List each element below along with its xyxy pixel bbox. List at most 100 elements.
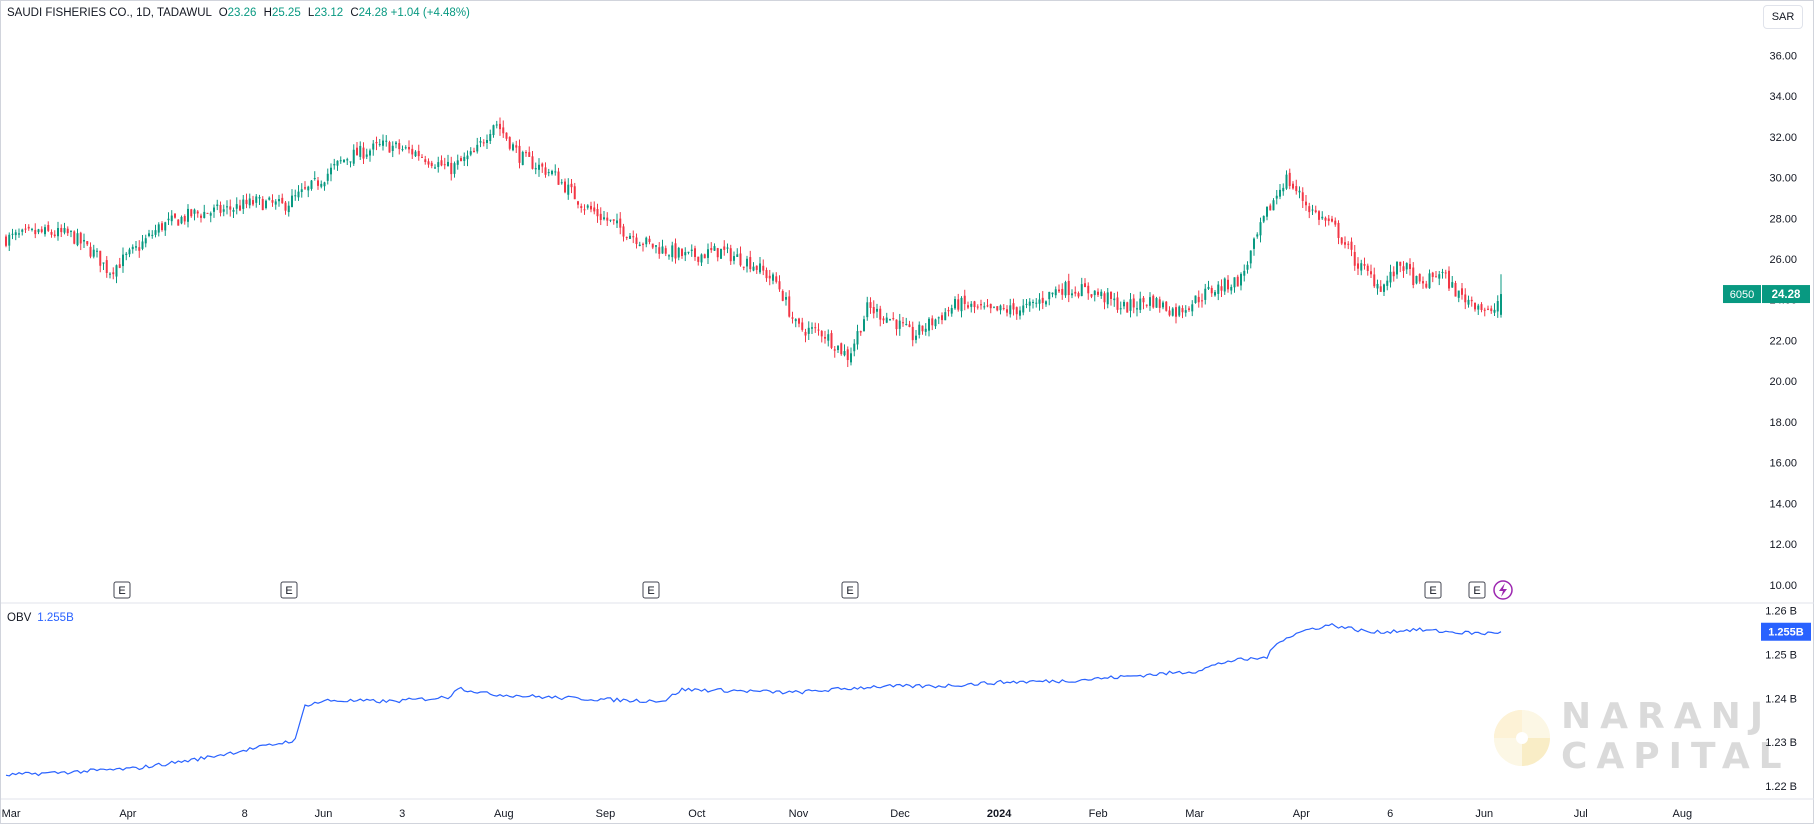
price-candle (404, 145, 407, 150)
candle-body (1097, 291, 1099, 295)
earnings-event-icon[interactable]: E (841, 581, 859, 599)
price-candle (742, 266, 745, 271)
price-candle (1340, 237, 1343, 246)
obv-legend[interactable]: OBV 1.255B (7, 612, 74, 624)
price-candle (34, 223, 37, 239)
earnings-event-icon[interactable]: E (1424, 581, 1442, 599)
candle-body (258, 197, 261, 199)
price-candle (759, 256, 761, 275)
price-candle (863, 315, 865, 332)
earnings-event-icon[interactable]: E (280, 581, 298, 599)
price-candle (1253, 237, 1255, 256)
candle-body (1110, 291, 1112, 299)
candle-body (1399, 261, 1402, 266)
candle-body (521, 151, 524, 166)
symbol-legend[interactable]: SAUDI FISHERIES CO., 1D, TADAWUL O23.26 … (7, 7, 470, 19)
candle-body (512, 144, 514, 151)
price-candle (265, 199, 267, 210)
candle-body (1279, 189, 1281, 197)
candle-body (320, 183, 323, 187)
candle-body (963, 295, 966, 304)
candle-body (775, 276, 778, 282)
price-candle (167, 212, 170, 226)
price-candle (1184, 305, 1187, 317)
candle-body (557, 171, 560, 185)
price-candle (768, 269, 771, 286)
price-candle (960, 296, 963, 318)
price-tick-label: 30.00 (1769, 173, 1797, 185)
price-tick-label: 10.00 (1769, 580, 1797, 592)
price-candle (707, 243, 709, 265)
price-candle (684, 247, 687, 262)
price-candle (60, 224, 63, 238)
price-candle (993, 306, 995, 309)
price-candle (1461, 282, 1463, 300)
candle-body (547, 172, 550, 174)
price-candle (424, 155, 427, 165)
candle-body (1448, 270, 1450, 289)
brand-line-2: CAPITAL (1561, 736, 1791, 777)
price-candle (1438, 270, 1441, 286)
symbol-title[interactable]: SAUDI FISHERIES CO., 1D, TADAWUL (7, 7, 211, 19)
earnings-event-icon[interactable]: E (1468, 581, 1486, 599)
candle-body (1136, 308, 1138, 310)
price-candle (941, 312, 943, 325)
candle-body (44, 227, 46, 235)
currency-button[interactable]: SAR (1763, 5, 1803, 29)
price-candle (131, 244, 134, 254)
price-candle (1051, 292, 1054, 298)
candle-body (1067, 280, 1070, 296)
brand-watermark: NARANJ CAPITAL (1489, 695, 1782, 777)
candle-body (1214, 292, 1216, 296)
price-candle (762, 259, 765, 276)
candle-body (801, 322, 804, 330)
candle-body (788, 296, 791, 317)
price-candle (1054, 286, 1057, 299)
price-candle (889, 318, 891, 321)
candle-body (1223, 278, 1226, 292)
candle-body (148, 233, 150, 236)
price-candle (495, 120, 498, 129)
candle-body (889, 319, 891, 321)
candle-body (658, 247, 661, 254)
earnings-event-icon[interactable]: E (113, 581, 131, 599)
candle-body (703, 254, 706, 259)
price-tick-label: 26.00 (1769, 254, 1797, 266)
candle-body (1207, 286, 1210, 289)
last-price-badge-text: 24.28 (1772, 289, 1801, 301)
earnings-event-icon[interactable]: E (642, 581, 660, 599)
candle-body (1347, 243, 1350, 245)
price-candle (216, 199, 219, 211)
dividend-lightning-icon[interactable] (1493, 580, 1513, 600)
time-tick-label: Dec (890, 808, 910, 820)
candle-body (427, 161, 430, 165)
open-label: O (218, 7, 228, 19)
candle-body (21, 229, 24, 232)
price-candle (580, 203, 583, 213)
price-candle (313, 171, 316, 181)
candle-body (304, 187, 306, 189)
price-candle (1318, 210, 1320, 226)
candle-body (34, 229, 37, 235)
price-candle (1110, 291, 1112, 306)
price-candle (1028, 298, 1031, 312)
candle-body (638, 244, 641, 246)
price-candle (944, 308, 947, 321)
candle-body (892, 318, 895, 320)
price-candle (193, 208, 196, 221)
candle-body (63, 227, 66, 233)
price-candle (235, 197, 238, 215)
price-candle (710, 242, 713, 253)
price-candle (603, 210, 605, 221)
candle-body (645, 237, 648, 245)
price-candle (687, 251, 690, 255)
price-candle (1480, 302, 1483, 313)
candle-body (70, 230, 72, 232)
price-candle (437, 156, 440, 173)
price-candle (1409, 258, 1411, 276)
price-candle (284, 200, 287, 215)
price-candle (115, 264, 118, 284)
price-candle (632, 230, 635, 244)
candle-body (144, 238, 147, 244)
price-candle (954, 296, 956, 310)
